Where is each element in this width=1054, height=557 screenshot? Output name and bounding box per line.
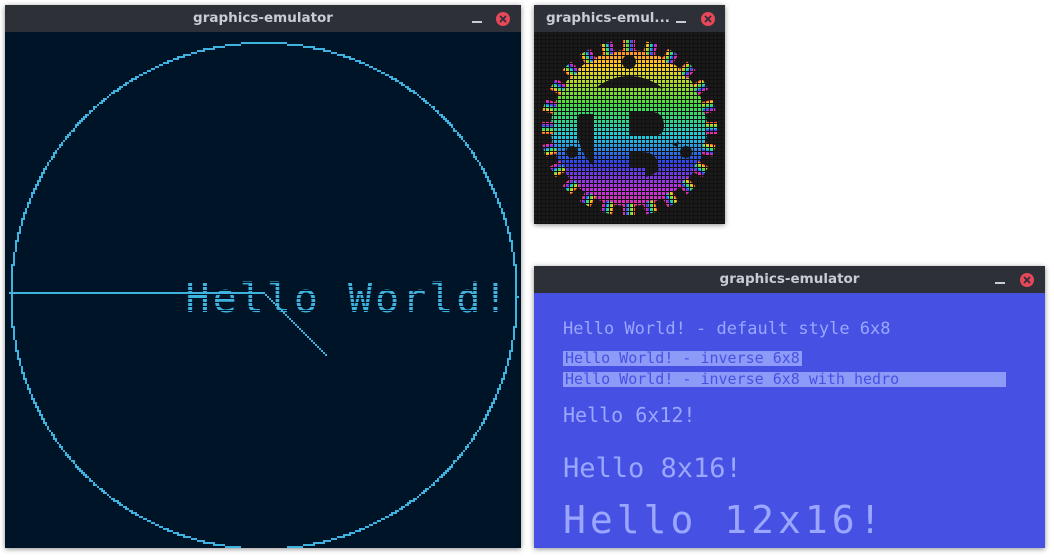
- logo-window-title: graphics-emul...: [546, 10, 670, 26]
- logo-window-display: [534, 32, 725, 224]
- close-icon[interactable]: [701, 12, 715, 26]
- main-window-titlebar[interactable]: graphics-emulator: [5, 5, 521, 32]
- minimize-icon[interactable]: [472, 12, 482, 24]
- text-line-8x16: Hello 8x16!: [563, 453, 742, 484]
- text-window-display: Hello World! - default style 6x8 Hello W…: [534, 293, 1045, 548]
- logo-emulator-window: graphics-emul...: [534, 5, 725, 224]
- text-line-default: Hello World! - default style 6x8: [563, 319, 891, 339]
- main-emulator-window: graphics-emulator Hello World!: [5, 5, 521, 548]
- text-emulator-window: graphics-emulator Hello World! - default…: [534, 266, 1045, 548]
- rust-logo-image: [534, 32, 725, 224]
- text-line-inverse-hedro: Hello World! - inverse 6x8 with hedro: [563, 372, 1006, 387]
- text-window-titlebar[interactable]: graphics-emulator: [534, 266, 1045, 293]
- text-line-6x12: Hello 6x12!: [563, 403, 696, 427]
- text-window-title: graphics-emulator: [719, 271, 860, 287]
- text-line-12x16: Hello 12x16!: [563, 498, 886, 542]
- main-window-display: Hello World!: [5, 32, 521, 548]
- minimize-icon[interactable]: [676, 12, 686, 24]
- text-line-inverse: Hello World! - inverse 6x8: [563, 349, 802, 367]
- logo-window-titlebar[interactable]: graphics-emul...: [534, 5, 725, 32]
- close-icon[interactable]: [1020, 273, 1034, 287]
- main-hello-text: Hello World!: [185, 276, 511, 322]
- minimize-icon[interactable]: [995, 273, 1005, 285]
- close-icon[interactable]: [496, 12, 510, 26]
- main-window-title: graphics-emulator: [193, 10, 333, 26]
